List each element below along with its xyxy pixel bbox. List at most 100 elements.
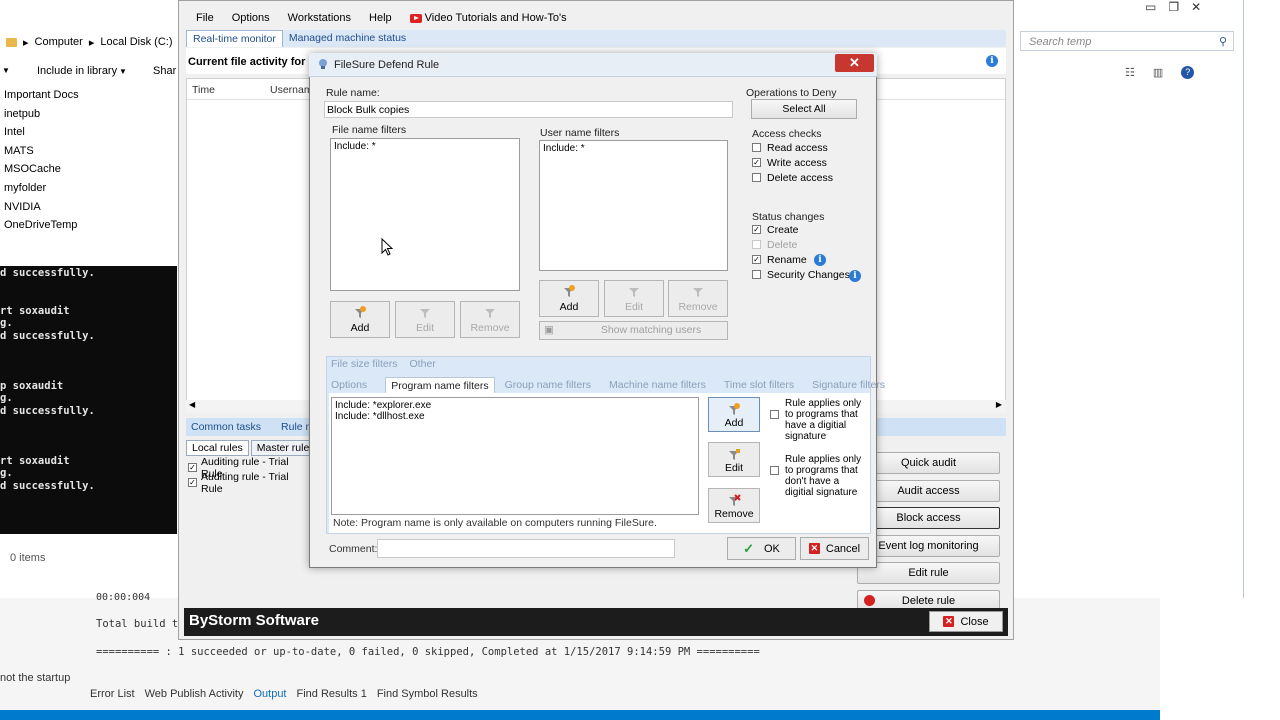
- action-button[interactable]: Quick audit: [857, 452, 1000, 474]
- file-filter-edit-button[interactable]: Edit: [395, 301, 455, 338]
- user-filter-add-button[interactable]: Add: [539, 280, 599, 317]
- file-filter-add-button[interactable]: Add: [330, 301, 390, 338]
- info-icon[interactable]: i: [814, 254, 826, 266]
- program-filter-add-button[interactable]: Add: [708, 397, 760, 432]
- filter-tab[interactable]: File size filters: [331, 358, 398, 370]
- checkbox-row[interactable]: Read access: [752, 140, 862, 155]
- action-button[interactable]: Event log monitoring: [857, 534, 1000, 557]
- checkbox[interactable]: [752, 173, 761, 182]
- breadcrumb-local-disk[interactable]: Local Disk (C:): [100, 36, 172, 48]
- action-button[interactable]: Edit rule: [857, 562, 1000, 584]
- vs-tab[interactable]: Error List: [90, 688, 135, 700]
- search-icon[interactable]: ⚲: [1219, 35, 1227, 48]
- user-filter-remove-button[interactable]: Remove: [668, 280, 728, 317]
- action-button[interactable]: Block access: [857, 507, 1000, 529]
- nav-item[interactable]: Important Docs: [0, 86, 178, 105]
- nav-item[interactable]: MSOCache: [0, 160, 178, 179]
- file-filters-list[interactable]: Include: *: [330, 138, 520, 291]
- filter-tab[interactable]: Other: [410, 358, 436, 370]
- dialog-close-button[interactable]: ✕: [835, 54, 874, 72]
- checkbox[interactable]: ✓: [752, 255, 761, 264]
- address-bar[interactable]: ▸ Computer ▸ Local Disk (C:): [0, 31, 180, 53]
- cancel-button[interactable]: ✕ Cancel: [800, 537, 869, 560]
- close-icon[interactable]: ✕: [1191, 0, 1201, 22]
- checkbox-row[interactable]: Delete access: [752, 170, 862, 185]
- ok-button[interactable]: ✓ OK: [727, 537, 796, 560]
- list-item[interactable]: Include: *: [543, 143, 724, 154]
- filter-tab[interactable]: Program name filters: [385, 377, 495, 394]
- help-icon[interactable]: ?: [1181, 65, 1195, 79]
- minimize-icon[interactable]: ▭: [1145, 0, 1156, 22]
- signed-checkbox[interactable]: [770, 410, 779, 419]
- checkbox[interactable]: [752, 143, 761, 152]
- comment-input[interactable]: [377, 539, 675, 558]
- vs-tab[interactable]: Output: [253, 688, 286, 700]
- nav-item[interactable]: Intel: [0, 123, 178, 142]
- program-filter-remove-button[interactable]: Remove: [708, 488, 760, 523]
- chevron-left-icon[interactable]: ◀: [189, 400, 195, 409]
- unsigned-checkbox[interactable]: [770, 466, 779, 475]
- program-filters-list[interactable]: Include: *explorer.exe Include: *dllhost.…: [331, 397, 699, 515]
- chevron-right-icon[interactable]: ▶: [996, 400, 1002, 409]
- select-all-button[interactable]: Select All: [751, 99, 857, 119]
- user-filter-edit-button[interactable]: Edit: [604, 280, 664, 317]
- tab-local-rules[interactable]: Local rules: [186, 440, 249, 456]
- nav-item[interactable]: inetpub: [0, 105, 178, 124]
- menu-file[interactable]: File: [196, 12, 214, 24]
- share-button[interactable]: Shar: [153, 65, 176, 77]
- checkbox[interactable]: ✓: [752, 225, 761, 234]
- filter-tab[interactable]: Time slot filters: [724, 377, 802, 394]
- col-time[interactable]: Time: [192, 84, 215, 96]
- breadcrumb-computer[interactable]: Computer: [35, 36, 83, 48]
- list-item[interactable]: Include: *dllhost.exe: [335, 411, 695, 422]
- vs-tab[interactable]: Find Results 1: [297, 688, 367, 700]
- user-filters-list[interactable]: Include: *: [539, 140, 728, 271]
- rule-checkbox[interactable]: ✓: [188, 463, 197, 472]
- show-matching-users-button[interactable]: ▣ Show matching users: [539, 321, 728, 340]
- menu-help[interactable]: Help: [369, 12, 392, 24]
- rule-row[interactable]: ✓ Auditing rule - Trial Rule: [188, 471, 313, 495]
- filter-tab[interactable]: Group name filters: [505, 377, 599, 394]
- col-username[interactable]: Usernam: [270, 84, 313, 96]
- preview-pane-icon[interactable]: ▥: [1153, 66, 1163, 79]
- nav-item[interactable]: MATS: [0, 142, 178, 161]
- checkbox-row[interactable]: ✓ Create: [752, 222, 867, 237]
- search-input[interactable]: Search temp: [1020, 31, 1234, 51]
- info-icon[interactable]: i: [986, 55, 998, 67]
- tab-managed-machine-status[interactable]: Managed machine status: [283, 30, 412, 47]
- checkbox-row[interactable]: ✓ Write access: [752, 155, 862, 170]
- checkbox-row[interactable]: Delete: [752, 237, 867, 252]
- maximize-icon[interactable]: ❐: [1168, 0, 1179, 22]
- close-button[interactable]: ✕ Close: [929, 611, 1003, 632]
- nav-item[interactable]: OneDriveTemp: [0, 216, 178, 235]
- filter-tab[interactable]: Signature filters: [812, 377, 893, 394]
- tab-common-tasks[interactable]: Common tasks: [186, 418, 266, 436]
- nav-item[interactable]: NVIDIA: [0, 198, 178, 217]
- checkbox[interactable]: ✓: [752, 158, 761, 167]
- video-tutorials-link[interactable]: Video Tutorials and How-To's: [409, 12, 567, 24]
- menu-options[interactable]: Options: [232, 12, 270, 24]
- action-button-label: Block access: [896, 512, 961, 524]
- program-filter-edit-button[interactable]: Edit: [708, 442, 760, 477]
- checkbox[interactable]: [752, 270, 761, 279]
- checkbox[interactable]: [752, 240, 761, 249]
- tab-real-time-monitor[interactable]: Real-time monitor: [186, 30, 283, 47]
- unsigned-programs-option[interactable]: Rule applies only to programs that don't…: [770, 454, 862, 498]
- action-button[interactable]: Audit access: [857, 479, 1000, 502]
- view-icon[interactable]: ☷: [1125, 66, 1135, 79]
- list-item[interactable]: Include: *: [334, 141, 516, 152]
- info-icon[interactable]: i: [849, 270, 861, 282]
- list-item[interactable]: Include: *explorer.exe: [335, 400, 695, 411]
- include-in-library-button[interactable]: Include in library: [37, 65, 117, 77]
- nav-item[interactable]: myfolder: [0, 179, 178, 198]
- rule-name-input[interactable]: Block Bulk copies: [324, 101, 733, 118]
- rule-checkbox[interactable]: ✓: [188, 478, 197, 487]
- filter-tab[interactable]: Machine name filters: [609, 377, 714, 394]
- vs-tab[interactable]: Web Publish Activity: [145, 688, 244, 700]
- filter-tab[interactable]: Options: [331, 377, 375, 394]
- checkbox-row[interactable]: ✓ Rename: [752, 252, 867, 267]
- file-filter-remove-button[interactable]: Remove: [460, 301, 520, 338]
- signed-programs-option[interactable]: Rule applies only to programs that have …: [770, 398, 862, 442]
- menu-workstations[interactable]: Workstations: [288, 12, 351, 24]
- vs-tab[interactable]: Find Symbol Results: [377, 688, 478, 700]
